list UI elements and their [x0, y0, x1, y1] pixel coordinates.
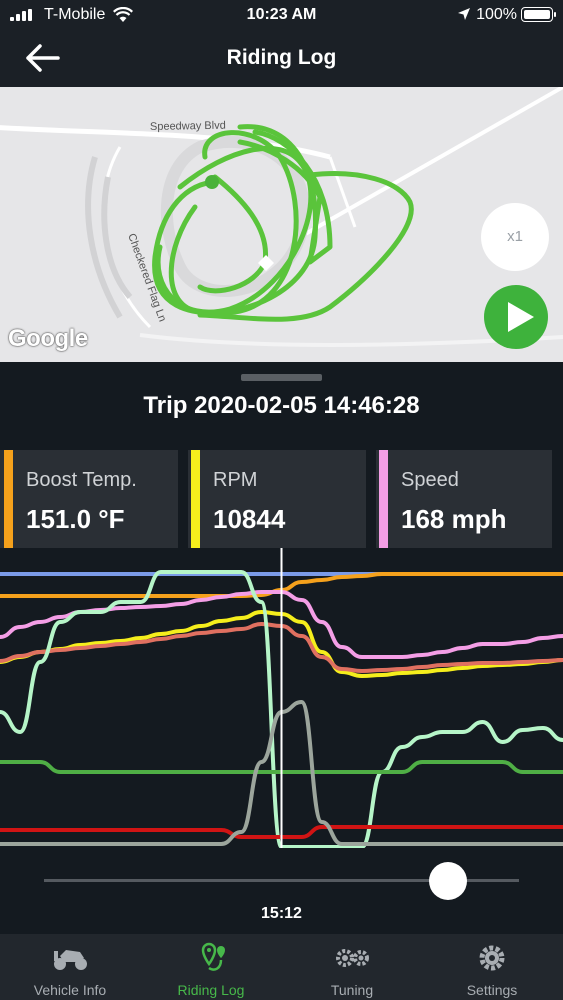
metric-color-bar — [191, 450, 200, 548]
metric-value: 168 mph — [401, 504, 507, 534]
tuning-gears-icon — [336, 949, 369, 967]
sheet-drag-handle[interactable] — [241, 374, 322, 381]
playback-time: 15:12 — [261, 905, 302, 922]
metric-color-bar — [4, 450, 13, 548]
metric-card-rpm[interactable]: RPM 10844 — [188, 450, 366, 548]
metric-value: 151.0 °F — [26, 504, 125, 534]
metric-card-boost-temp[interactable]: Boost Temp. 151.0 °F — [0, 450, 178, 548]
metric-color-bar — [379, 450, 388, 548]
tab-vehicle-info[interactable]: Vehicle Info — [0, 934, 140, 1000]
tab-riding-log[interactable]: Riding Log — [141, 934, 281, 1000]
tab-settings[interactable]: Settings — [422, 934, 562, 1000]
navigation-bar: Riding Log — [0, 30, 563, 87]
metric-label: Speed — [401, 469, 459, 491]
route-start-marker — [205, 175, 219, 189]
tab-bar: Vehicle Info Riding Log Tuning Settings — [0, 934, 563, 1000]
metric-card-speed[interactable]: Speed 168 mph — [376, 450, 552, 548]
street-label-speedway: Speedway Blvd — [150, 120, 226, 133]
motorcycle-info-icon — [54, 950, 87, 970]
tab-label: Tuning — [330, 982, 374, 998]
location-arrow-icon — [458, 8, 470, 20]
page-title: Riding Log — [226, 46, 337, 69]
tab-tuning[interactable]: Tuning — [282, 934, 422, 1000]
metric-label: RPM — [213, 469, 258, 491]
playback-slider-thumb[interactable] — [428, 862, 467, 900]
telemetry-chart[interactable] — [0, 548, 563, 848]
gear-icon — [479, 945, 505, 971]
tab-label: Riding Log — [177, 982, 245, 998]
tab-label: Settings — [466, 982, 518, 998]
google-logo: Google — [8, 325, 88, 352]
battery-percent: 100% — [476, 6, 517, 23]
playback-speed-button[interactable]: x1 — [481, 203, 549, 271]
map-view[interactable]: Speedway Blvd Checkered Flag Ln x1 Googl… — [0, 87, 563, 362]
tab-label: Vehicle Info — [33, 982, 107, 998]
play-button[interactable] — [484, 285, 548, 349]
metric-value: 10844 — [213, 504, 286, 534]
battery-icon — [521, 7, 556, 22]
trip-title: Trip 2020-02-05 14:46:28 — [143, 392, 420, 419]
status-bar: T-Mobile 10:23 AM 100% — [0, 0, 563, 30]
map-canvas: Speedway Blvd Checkered Flag Ln — [0, 87, 563, 347]
metric-label: Boost Temp. — [26, 469, 137, 491]
route-pin-icon — [201, 942, 225, 971]
